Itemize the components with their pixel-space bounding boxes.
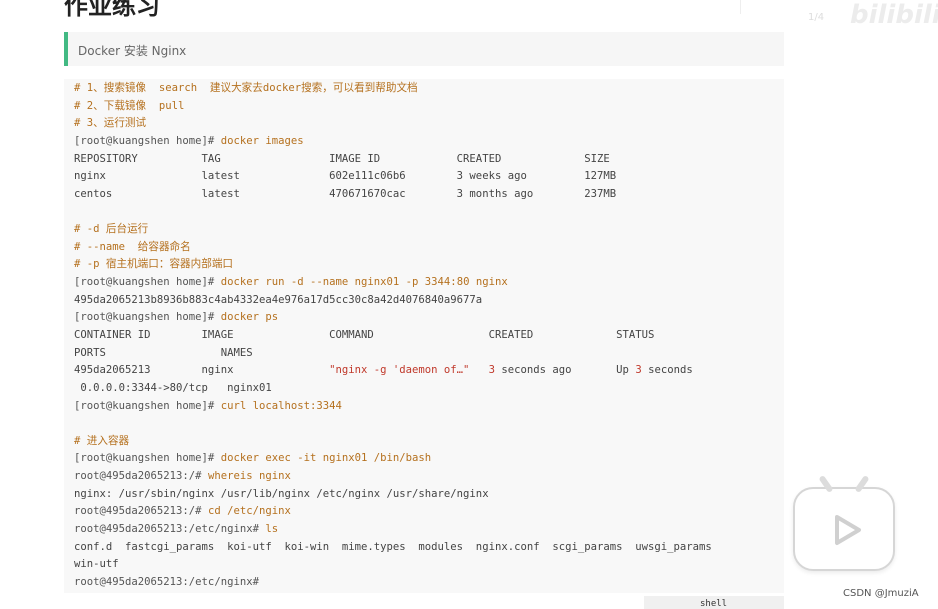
code-line: # --name 给容器命名: [74, 239, 778, 257]
page-title: 作业练习: [64, 0, 160, 20]
code-line: PORTS NAMES: [74, 345, 778, 363]
code-line: # 进入容器: [74, 433, 778, 451]
callout-text: Docker 安装 Nginx: [78, 44, 187, 58]
code-line: [root@kuangshen home]# docker exec -it n…: [74, 450, 778, 468]
code-line: # 1、搜索镜像 search 建议大家去docker搜索，可以看到帮助文档: [74, 80, 778, 98]
code-token: [root@kuangshen home]#: [74, 311, 221, 324]
watermark-divider: [740, 0, 741, 14]
code-token: whereis nginx: [207, 470, 291, 483]
code-line: root@495da2065213:/etc/nginx# ls: [74, 521, 778, 539]
code-token: docker ps: [220, 311, 279, 324]
code-line: 495da2065213b8936b883c4ab4332ea4e976a17d…: [74, 292, 778, 310]
code-line: [root@kuangshen home]# docker run -d --n…: [74, 274, 778, 292]
code-line: 495da2065213 nginx "nginx -g 'daemon of……: [74, 362, 778, 380]
code-token: [root@kuangshen home]#: [74, 399, 221, 412]
code-line: REPOSITORY TAG IMAGE ID CREATED SIZE: [74, 151, 778, 169]
code-line: centos latest 470671670cac 3 months ago …: [74, 186, 778, 204]
code-line: root@495da2065213:/# cd /etc/nginx: [74, 503, 778, 521]
code-token: # 3、运行测试: [74, 117, 147, 130]
code-token: root@495da2065213:/etc/nginx#: [74, 575, 259, 588]
code-token: nginx latest 602e111c06b6 3 weeks ago 12…: [74, 170, 617, 183]
code-line: nginx latest 602e111c06b6 3 weeks ago 12…: [74, 168, 778, 186]
code-line: win-utf: [74, 556, 778, 574]
code-token: docker run -d --name nginx01 -p 3344:80 …: [220, 276, 508, 289]
play-icon: [835, 515, 861, 545]
code-token: # 1、搜索镜像 search 建议大家去docker搜索，可以看到帮助文档: [74, 82, 418, 94]
code-token: "nginx -g 'daemon of…": [329, 364, 470, 377]
code-token: # --name 给容器命名: [74, 240, 191, 253]
code-token: CONTAINER ID IMAGE COMMAND CREATED STATU…: [74, 328, 655, 341]
code-token: root@495da2065213:/#: [74, 470, 208, 483]
section-callout: Docker 安装 Nginx: [64, 32, 784, 66]
code-token: # -p 宿主机端口：容器内部端口: [74, 258, 234, 271]
code-token: centos latest 470671670cac 3 months ago …: [74, 187, 617, 200]
badge-ear-left: [818, 474, 834, 494]
code-block[interactable]: # 1、搜索镜像 search 建议大家去docker搜索，可以看到帮助文档 # …: [64, 79, 784, 593]
code-line: 0.0.0.0:3344->80/tcp nginx01: [74, 380, 778, 398]
code-token: win-utf: [74, 558, 119, 571]
code-token: curl localhost:3344: [220, 399, 342, 412]
code-token: cd /etc/nginx: [207, 505, 291, 518]
code-line: CONTAINER ID IMAGE COMMAND CREATED STATU…: [74, 327, 778, 345]
code-lines: # 1、搜索镜像 search 建议大家去docker搜索，可以看到帮助文档 # …: [74, 80, 778, 592]
code-language-label: shell: [700, 599, 728, 609]
csdn-watermark: CSDN @JmuziA: [843, 588, 919, 599]
code-token: docker images: [220, 134, 304, 147]
code-token: [root@kuangshen home]#: [74, 276, 221, 289]
code-line: # -p 宿主机端口：容器内部端口: [74, 256, 778, 274]
code-token: seconds ago Up: [494, 364, 636, 377]
code-line: [root@kuangshen home]# docker images: [74, 133, 778, 151]
code-token: # -d 后台运行: [74, 223, 149, 236]
code-line: conf.d fastcgi_params koi-utf koi-win mi…: [74, 539, 778, 557]
watermark-page-number: 1/4: [808, 12, 825, 23]
code-line: root@495da2065213:/etc/nginx#: [74, 574, 778, 592]
play-badge[interactable]: [793, 474, 895, 571]
code-token: [root@kuangshen home]#: [74, 452, 221, 465]
code-token: nginx: /usr/sbin/nginx /usr/lib/nginx /e…: [74, 487, 489, 500]
code-line: root@495da2065213:/# whereis nginx: [74, 468, 778, 486]
code-token: [root@kuangshen home]#: [74, 134, 221, 147]
code-language-tab: shell: [644, 596, 784, 609]
code-token: docker exec -it nginx01 /bin/bash: [220, 452, 432, 465]
code-token: PORTS NAMES: [74, 346, 253, 359]
code-line: # -d 后台运行: [74, 221, 778, 239]
code-token: conf.d fastcgi_params koi-utf koi-win mi…: [74, 540, 712, 553]
code-token: # 进入容器: [74, 434, 130, 447]
bilibili-watermark: bilibili: [850, 0, 938, 30]
code-line: # 2、下载镜像 pull: [74, 98, 778, 116]
code-line: nginx: /usr/sbin/nginx /usr/lib/nginx /e…: [74, 486, 778, 504]
code-token: # 2、下载镜像 pull: [74, 99, 185, 112]
code-token: 495da2065213b8936b883c4ab4332ea4e976a17d…: [74, 293, 483, 306]
code-token: seconds: [641, 364, 693, 377]
code-line: # 3、运行测试: [74, 115, 778, 133]
code-token: root@495da2065213:/etc/nginx#: [74, 523, 266, 536]
code-line: [root@kuangshen home]# docker ps: [74, 309, 778, 327]
code-token: REPOSITORY TAG IMAGE ID CREATED SIZE: [74, 152, 610, 165]
code-token: 0.0.0.0:3344->80/tcp nginx01: [74, 381, 272, 394]
badge-ear-right: [854, 474, 870, 494]
code-token: 495da2065213 nginx: [74, 364, 330, 377]
code-line: [root@kuangshen home]# curl localhost:33…: [74, 398, 778, 416]
code-token: root@495da2065213:/#: [74, 505, 208, 518]
code-token: ls: [265, 523, 279, 536]
